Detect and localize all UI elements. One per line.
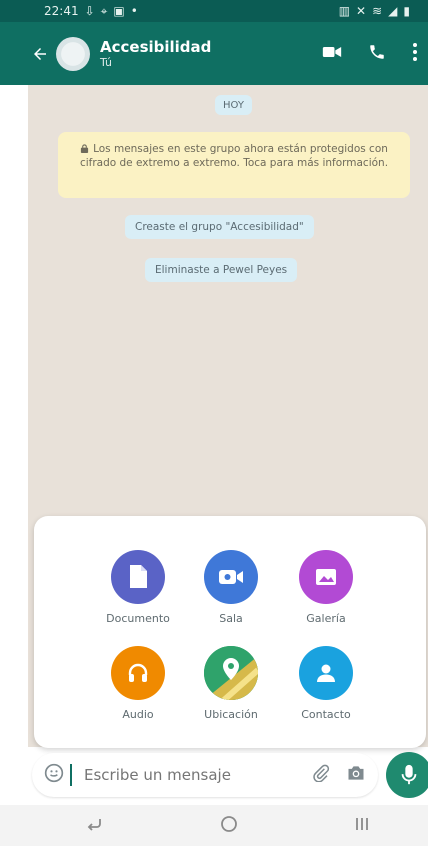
message-input[interactable] bbox=[82, 765, 312, 785]
signal-icon: ◢ bbox=[388, 4, 398, 18]
attach-label: Sala bbox=[219, 612, 243, 625]
more-options-icon[interactable] bbox=[412, 42, 418, 66]
recents-nav-icon[interactable] bbox=[354, 816, 370, 836]
attach-label: Contacto bbox=[301, 708, 351, 721]
lock-icon bbox=[80, 144, 89, 153]
mic-button[interactable] bbox=[386, 752, 428, 798]
location-icon: ⌖ bbox=[100, 3, 108, 18]
encryption-notice[interactable]: Los mensajes en este grupo ahora están p… bbox=[58, 132, 410, 198]
screen-left-margin bbox=[0, 22, 28, 805]
system-nav-bar bbox=[0, 805, 428, 846]
gallery-icon bbox=[299, 550, 353, 604]
attach-label: Audio bbox=[122, 708, 154, 721]
header-actions bbox=[322, 42, 418, 66]
attach-document[interactable]: Documento bbox=[92, 550, 184, 625]
wifi-icon: ≋ bbox=[372, 4, 383, 18]
date-chip: HOY bbox=[215, 95, 252, 115]
battery-icon: ▮ bbox=[403, 4, 410, 18]
mute-icon: ✕ bbox=[356, 4, 367, 18]
group-avatar-icon bbox=[61, 41, 85, 66]
attach-label: Documento bbox=[106, 612, 170, 625]
system-message: Creaste el grupo "Accesibilidad" bbox=[125, 215, 314, 239]
attach-location[interactable]: Ubicación bbox=[185, 646, 277, 721]
contact-icon bbox=[299, 646, 353, 700]
back-arrow-icon[interactable] bbox=[28, 45, 52, 63]
attach-icon[interactable] bbox=[312, 764, 330, 786]
video-room-icon bbox=[204, 550, 258, 604]
status-bar: 22:41 ⇩ ⌖ ▣ • ▥ ✕ ≋ ◢ ▮ bbox=[0, 0, 428, 22]
back-nav-icon[interactable] bbox=[86, 816, 104, 835]
status-right: ▥ ✕ ≋ ◢ ▮ bbox=[339, 4, 410, 18]
text-cursor bbox=[70, 764, 72, 786]
system-message: Eliminaste a Pewel Peyes bbox=[145, 258, 298, 282]
message-composer bbox=[32, 753, 378, 797]
home-nav-icon[interactable] bbox=[220, 815, 238, 837]
attach-label: Galería bbox=[306, 612, 346, 625]
status-time: 22:41 bbox=[44, 4, 79, 18]
chat-subtitle: Tú bbox=[100, 55, 113, 69]
mic-icon bbox=[401, 764, 417, 785]
chat-title-block[interactable]: Accesibilidad Tú bbox=[100, 38, 322, 70]
emoji-icon[interactable] bbox=[44, 763, 64, 787]
chat-header: Accesibilidad Tú bbox=[0, 22, 428, 85]
chat-title: Accesibilidad bbox=[100, 37, 212, 56]
notification-icon: ⇩ bbox=[84, 4, 95, 18]
attach-menu: Documento Sala Galería Audio Ubicación C… bbox=[34, 516, 426, 748]
attach-room[interactable]: Sala bbox=[185, 550, 277, 625]
attach-gallery[interactable]: Galería bbox=[280, 550, 372, 625]
camera-icon[interactable] bbox=[346, 764, 366, 786]
document-icon bbox=[111, 550, 165, 604]
video-call-icon[interactable] bbox=[322, 44, 342, 64]
encryption-notice-text: Los mensajes en este grupo ahora están p… bbox=[79, 143, 389, 169]
dot-icon: • bbox=[130, 4, 138, 18]
attach-audio[interactable]: Audio bbox=[92, 646, 184, 721]
attach-label: Ubicación bbox=[204, 708, 258, 721]
gallery-icon: ▣ bbox=[113, 4, 125, 18]
sim-icon: ▥ bbox=[338, 4, 351, 18]
phone-icon[interactable] bbox=[368, 43, 386, 65]
headphones-icon bbox=[111, 646, 165, 700]
location-map-icon bbox=[204, 646, 258, 700]
status-left: 22:41 ⇩ ⌖ ▣ • bbox=[44, 4, 138, 19]
attach-contact[interactable]: Contacto bbox=[280, 646, 372, 721]
group-avatar[interactable] bbox=[56, 36, 90, 71]
